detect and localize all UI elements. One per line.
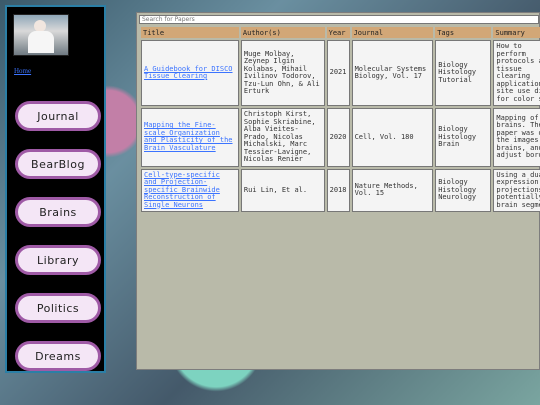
tags-cell: Biology Histology Tutorial [435,40,492,106]
nav-brains[interactable]: Brains [15,197,101,227]
paper-title-link[interactable]: Mapping the Fine-scale Organization and … [144,121,233,152]
authors-cell: Rui Lin, Et al. [240,168,325,212]
summary-cell: Using a dual expression s projections po… [493,168,540,212]
nav-journal[interactable]: Journal [15,101,101,131]
header-summary[interactable]: Summary [493,27,540,38]
authors-cell: Christoph Kirst, Sophie Skriabine, Alba … [240,108,325,167]
home-link[interactable]: Home [14,67,31,75]
table-header-row: Title Author(s) Year Journal Tags Summar… [141,27,540,38]
nav-bearblog[interactable]: BearBlog [15,149,101,179]
avatar-body [28,31,54,53]
year-cell: 2020 [326,108,350,167]
summary-cell: Mapping of t brains. The paper was do th… [493,108,540,167]
header-tags[interactable]: Tags [435,27,492,38]
paper-title-cell: Mapping the Fine-scale Organization and … [141,108,239,167]
avatar [13,14,69,56]
authors-cell: Muge Molbay, Zeynep Ilgin Kolabas, Mihai… [240,40,325,106]
table-row: A Guidebook for DISCO Tissue Clearing Mu… [141,40,540,106]
header-year[interactable]: Year [326,27,350,38]
table-row: Cell-type-specific and Projection-specif… [141,168,540,212]
tags-cell: Biology Histology Brain [435,108,492,167]
paper-title-cell: Cell-type-specific and Projection-specif… [141,168,239,212]
header-title[interactable]: Title [141,27,239,38]
sidebar: Home Journal BearBlog Brains Library Pol… [5,5,106,373]
nav-library[interactable]: Library [15,245,101,275]
year-cell: 2021 [326,40,350,106]
journal-cell: Molecular Systems Biology, Vol. 17 [351,40,434,106]
journal-cell: Cell, Vol. 180 [351,108,434,167]
nav-politics[interactable]: Politics [15,293,101,323]
papers-panel: Title Author(s) Year Journal Tags Summar… [136,12,540,370]
journal-cell: Nature Methods, Vol. 15 [351,168,434,212]
paper-title-link[interactable]: A Guidebook for DISCO Tissue Clearing [144,65,233,81]
nav-dreams[interactable]: Dreams [15,341,101,371]
search-input[interactable] [139,15,539,24]
paper-title-cell: A Guidebook for DISCO Tissue Clearing [141,40,239,106]
summary-cell: How to perform protocols and tissue clea… [493,40,540,106]
year-cell: 2018 [326,168,350,212]
papers-table: Title Author(s) Year Journal Tags Summar… [139,25,540,214]
header-authors[interactable]: Author(s) [240,27,325,38]
table-row: Mapping the Fine-scale Organization and … [141,108,540,167]
header-journal[interactable]: Journal [351,27,434,38]
paper-title-link[interactable]: Cell-type-specific and Projection-specif… [144,171,220,209]
tags-cell: Biology Histology Neurology [435,168,492,212]
